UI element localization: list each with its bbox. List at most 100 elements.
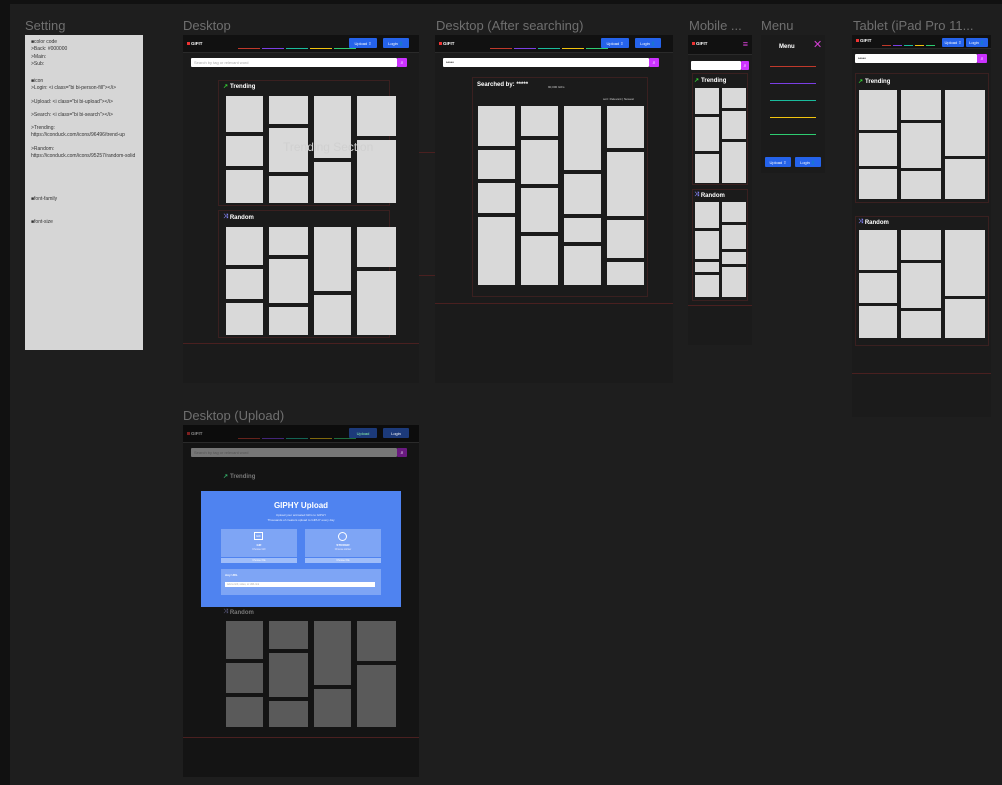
search-button[interactable]: ⌕ — [397, 58, 407, 67]
random-tile[interactable] — [226, 663, 263, 693]
menu-item-line[interactable] — [770, 117, 816, 118]
result-tile[interactable] — [478, 183, 515, 213]
random-tile[interactable] — [695, 275, 719, 297]
upload-button[interactable]: Upload ⇧ — [349, 38, 377, 48]
trending-tile[interactable] — [859, 169, 897, 199]
trending-tile[interactable] — [722, 111, 746, 139]
hamburger-menu-icon[interactable]: ≡ — [743, 40, 748, 49]
random-tile[interactable] — [269, 307, 308, 335]
random-tile[interactable] — [695, 262, 719, 272]
random-tile[interactable] — [859, 306, 897, 338]
random-tile[interactable] — [722, 225, 746, 249]
search-input[interactable]: Search by tag or relevant word — [191, 58, 397, 67]
random-tile[interactable] — [945, 230, 985, 296]
trending-tile[interactable] — [901, 171, 941, 199]
result-tile[interactable] — [564, 106, 601, 170]
random-tile[interactable] — [226, 697, 263, 727]
menu-item-line[interactable] — [770, 134, 816, 135]
close-icon[interactable]: ✕ — [813, 40, 822, 51]
trending-tile[interactable] — [695, 88, 719, 114]
random-tile[interactable] — [357, 271, 396, 335]
random-tile[interactable] — [859, 273, 897, 303]
search-button[interactable]: ⌕ — [977, 54, 987, 63]
random-tile[interactable] — [226, 227, 263, 265]
random-tile[interactable] — [269, 259, 308, 303]
logo[interactable]: GIFIT — [439, 41, 455, 46]
trending-tile[interactable] — [226, 136, 263, 166]
url-input[interactable]: Add a GIF, video, or URL link — [225, 582, 375, 587]
menu-login-button[interactable]: Login 👤 — [795, 157, 821, 167]
menu-item-line[interactable] — [770, 83, 816, 84]
logo[interactable]: GIFIT — [187, 41, 203, 46]
sort-options[interactable]: sort: Relevant | Newest — [603, 97, 634, 101]
trending-tile[interactable] — [695, 154, 719, 183]
menu-item-line[interactable] — [770, 66, 816, 67]
trending-tile[interactable] — [945, 90, 985, 156]
trending-tile[interactable] — [226, 96, 263, 132]
random-tile[interactable] — [859, 230, 897, 270]
trending-tile[interactable] — [859, 90, 897, 130]
trending-tile[interactable] — [357, 96, 396, 136]
login-button[interactable]: Login 👤 — [635, 38, 661, 48]
random-tile[interactable] — [722, 252, 746, 264]
random-tile[interactable] — [269, 621, 308, 649]
search-input[interactable]: ***** — [443, 58, 649, 67]
menu-item-line[interactable] — [770, 100, 816, 101]
random-tile[interactable] — [357, 665, 396, 727]
trending-tile[interactable] — [945, 159, 985, 199]
random-tile[interactable] — [722, 202, 746, 222]
result-tile[interactable] — [521, 188, 558, 232]
result-tile[interactable] — [478, 217, 515, 285]
trending-tile[interactable] — [314, 162, 351, 203]
sticker-upload-card[interactable]: STICKER Choose sticker — [305, 529, 381, 557]
result-tile[interactable] — [521, 236, 558, 285]
trending-tile[interactable] — [695, 117, 719, 151]
login-button[interactable]: Login 👤 — [383, 38, 409, 48]
trending-tile[interactable] — [722, 142, 746, 183]
logo[interactable]: GIFIT — [692, 41, 708, 46]
search-input[interactable]: ***** — [855, 54, 977, 63]
trending-tile[interactable] — [226, 170, 263, 203]
upload-button[interactable]: Upload ⇧ — [942, 38, 964, 47]
random-tile[interactable] — [226, 269, 263, 299]
result-tile[interactable] — [564, 174, 601, 214]
random-tile[interactable] — [901, 311, 941, 338]
result-tile[interactable] — [478, 106, 515, 146]
result-tile[interactable] — [478, 150, 515, 179]
random-tile[interactable] — [314, 227, 351, 291]
upload-button[interactable]: Upload — [349, 428, 377, 438]
trending-tile[interactable] — [269, 96, 308, 124]
random-tile[interactable] — [269, 653, 308, 697]
search-button[interactable]: ⌕ — [397, 448, 407, 457]
search-button[interactable]: ⌕ — [741, 61, 749, 70]
random-tile[interactable] — [357, 621, 396, 661]
result-tile[interactable] — [521, 140, 558, 184]
search-input[interactable]: Search by tag or relevant word — [191, 448, 397, 457]
random-tile[interactable] — [695, 231, 719, 259]
menu-upload-button[interactable]: Upload ⇧ — [765, 157, 791, 167]
random-tile[interactable] — [314, 295, 351, 335]
random-tile[interactable] — [901, 230, 941, 260]
random-tile[interactable] — [269, 701, 308, 727]
random-tile[interactable] — [722, 267, 746, 297]
gif-choose-file-button[interactable]: Choose File — [221, 558, 297, 563]
random-tile[interactable] — [314, 621, 351, 685]
trending-tile[interactable] — [901, 90, 941, 120]
upload-button[interactable]: Upload ⇧ — [601, 38, 629, 48]
random-tile[interactable] — [226, 621, 263, 659]
result-tile[interactable] — [564, 246, 601, 285]
login-button[interactable]: Login — [383, 428, 409, 438]
login-button[interactable]: Login 👤 — [966, 38, 988, 47]
logo[interactable]: GIFIT — [187, 431, 203, 436]
search-button[interactable]: ⌕ — [649, 58, 659, 67]
trending-tile[interactable] — [269, 176, 308, 203]
search-input[interactable] — [691, 61, 741, 70]
random-tile[interactable] — [226, 303, 263, 335]
random-tile[interactable] — [269, 227, 308, 255]
trending-tile[interactable] — [722, 88, 746, 108]
logo[interactable]: GIFIT — [856, 38, 872, 43]
gif-upload-card[interactable]: GIF GIF Choose GIF — [221, 529, 297, 557]
random-tile[interactable] — [695, 202, 719, 228]
result-tile[interactable] — [521, 106, 558, 136]
result-tile[interactable] — [607, 262, 644, 285]
